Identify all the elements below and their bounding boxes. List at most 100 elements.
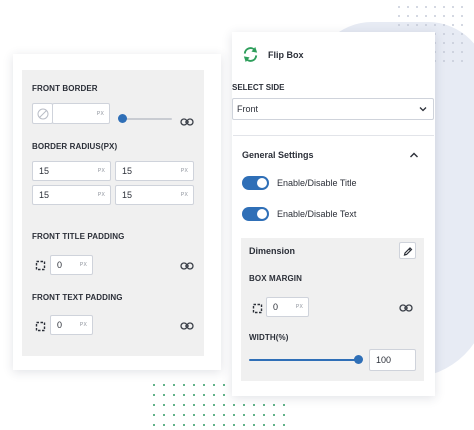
pencil-icon (403, 247, 413, 256)
padding-icon (35, 260, 46, 271)
decorative-dot (407, 24, 409, 26)
box-margin-label: BOX MARGIN (249, 274, 302, 283)
decorative-dot (452, 42, 454, 44)
decorative-dot (233, 424, 235, 426)
decorative-dot (223, 414, 225, 416)
border-none-button[interactable] (32, 103, 53, 124)
toggle-title[interactable] (242, 176, 269, 190)
border-radius-top-right[interactable]: 15 PX (115, 161, 194, 181)
decorative-dot (213, 414, 215, 416)
link-icon[interactable] (180, 321, 194, 331)
decorative-dot (183, 384, 185, 386)
decorative-dot (153, 424, 155, 426)
border-radius-top-left[interactable]: 15 PX (32, 161, 111, 181)
decorative-dot (193, 414, 195, 416)
border-radius-label: BORDER RADIUS(PX) (32, 142, 118, 151)
margin-icon (252, 303, 263, 314)
decorative-dot (203, 414, 205, 416)
decorative-dot (183, 404, 185, 406)
decorative-dot (163, 414, 165, 416)
decorative-dot (434, 15, 436, 17)
field-value: 0 (57, 320, 63, 330)
width-slider-handle[interactable] (354, 355, 363, 364)
decorative-dot (193, 404, 195, 406)
width-value-field[interactable]: 100 (369, 349, 416, 371)
flip-box-icon (243, 46, 258, 63)
decorative-dot (173, 404, 175, 406)
border-radius-bottom-right[interactable]: 15 PX (115, 185, 194, 205)
unit-label: PX (79, 322, 87, 328)
unit-label: PX (295, 304, 303, 310)
decorative-dot (173, 424, 175, 426)
decorative-dot (153, 404, 155, 406)
decorative-dot (173, 384, 175, 386)
decorative-dot (233, 414, 235, 416)
decorative-dot (443, 42, 445, 44)
decorative-dot (243, 414, 245, 416)
link-icon[interactable] (399, 303, 413, 313)
decorative-dot (452, 24, 454, 26)
link-icon[interactable] (180, 117, 194, 127)
decorative-dot (452, 33, 454, 35)
decorative-dot (253, 424, 255, 426)
padding-icon (35, 321, 46, 332)
width-label: WIDTH(%) (249, 333, 289, 342)
decorative-dot (416, 6, 418, 8)
decorative-dot (443, 51, 445, 53)
decorative-dot (213, 404, 215, 406)
decorative-dot (243, 424, 245, 426)
field-value: 15 (39, 166, 50, 176)
border-radius-bottom-left[interactable]: 15 PX (32, 185, 111, 205)
toggle-text[interactable] (242, 207, 269, 221)
box-margin-field[interactable]: 0 PX (266, 297, 309, 317)
decorative-dot (273, 404, 275, 406)
decorative-dot (452, 6, 454, 8)
field-value: 15 (122, 190, 133, 200)
chevron-up-icon[interactable] (409, 151, 419, 159)
decorative-dot (443, 33, 445, 35)
decorative-dot (223, 384, 225, 386)
unit-label: PX (180, 192, 188, 198)
toggle-knob (257, 178, 267, 188)
decorative-dot (425, 6, 427, 8)
decorative-dot (425, 15, 427, 17)
field-value: 100 (376, 355, 392, 365)
width-slider-track[interactable] (249, 359, 359, 361)
decorative-dot (253, 414, 255, 416)
select-side-dropdown[interactable]: Front (232, 98, 434, 120)
border-width-field[interactable]: PX (52, 103, 110, 124)
decorative-dot (443, 15, 445, 17)
border-width-slider-handle[interactable] (118, 114, 127, 123)
decorative-dot (173, 414, 175, 416)
toggle-title-label: Enable/Disable Title (277, 178, 357, 188)
decorative-dot (273, 424, 275, 426)
decorative-dot (213, 424, 215, 426)
decorative-dot (203, 394, 205, 396)
decorative-dot (263, 414, 265, 416)
decorative-dot (203, 424, 205, 426)
decorative-dot (398, 6, 400, 8)
decorative-dot (273, 414, 275, 416)
decorative-dot (434, 6, 436, 8)
decorative-dot (253, 404, 255, 406)
border-width-slider-track[interactable] (120, 118, 172, 120)
decorative-dot (461, 33, 463, 35)
decorative-dot (233, 404, 235, 406)
none-border-icon (37, 108, 49, 120)
link-icon[interactable] (180, 261, 194, 271)
decorative-dot (443, 60, 445, 62)
edit-button[interactable] (399, 242, 416, 259)
decorative-dot (461, 6, 463, 8)
select-side-value: Front (237, 104, 259, 114)
decorative-dot (243, 404, 245, 406)
decorative-dot (183, 414, 185, 416)
front-title-padding-field[interactable]: 0 PX (50, 255, 93, 275)
decorative-dot (193, 394, 195, 396)
decorative-dot (153, 384, 155, 386)
decorative-dot (223, 404, 225, 406)
decorative-dot (452, 60, 454, 62)
front-text-padding-field[interactable]: 0 PX (50, 315, 93, 335)
dimension-title: Dimension (249, 246, 296, 256)
decorative-dot (452, 15, 454, 17)
general-settings-header[interactable]: General Settings (242, 150, 314, 160)
